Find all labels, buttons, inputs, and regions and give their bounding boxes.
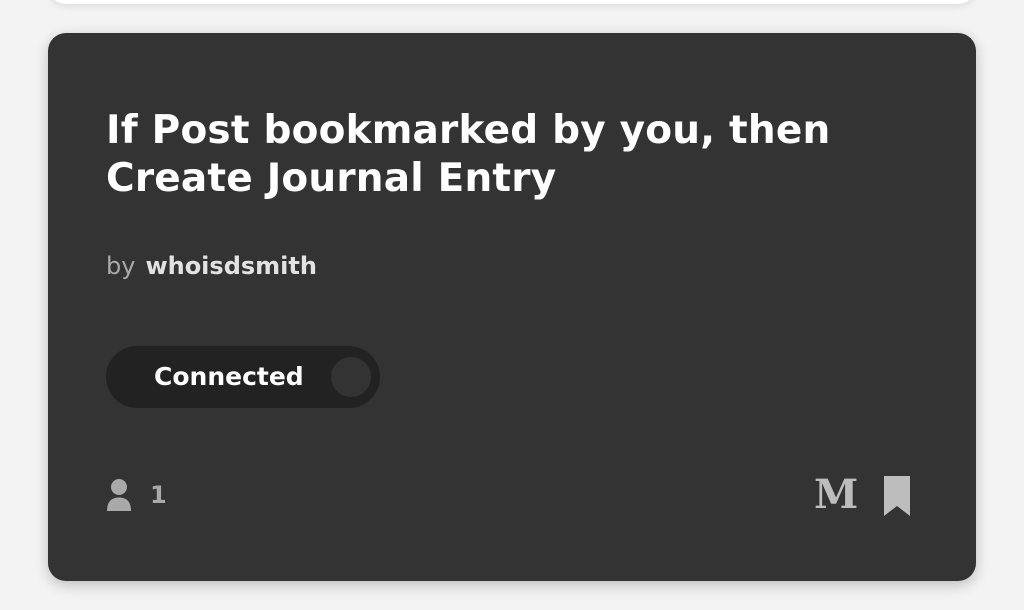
user-count: 1 bbox=[106, 477, 167, 513]
byline: by whoisdsmith bbox=[106, 251, 317, 281]
toggle-label: Connected bbox=[154, 362, 304, 391]
previous-card-edge bbox=[48, 0, 976, 4]
bookmark-icon[interactable] bbox=[882, 474, 912, 518]
applet-title: If Post bookmarked by you, then Create J… bbox=[106, 108, 831, 201]
author-name[interactable]: whoisdsmith bbox=[145, 252, 317, 280]
toggle-knob bbox=[331, 357, 371, 397]
user-count-value: 1 bbox=[150, 481, 167, 509]
medium-logo-icon: M bbox=[814, 471, 859, 518]
user-icon bbox=[106, 478, 132, 512]
applet-card[interactable]: If Post bookmarked by you, then Create J… bbox=[48, 33, 976, 581]
by-prefix: by bbox=[106, 252, 136, 280]
connected-toggle[interactable]: Connected bbox=[106, 346, 380, 408]
